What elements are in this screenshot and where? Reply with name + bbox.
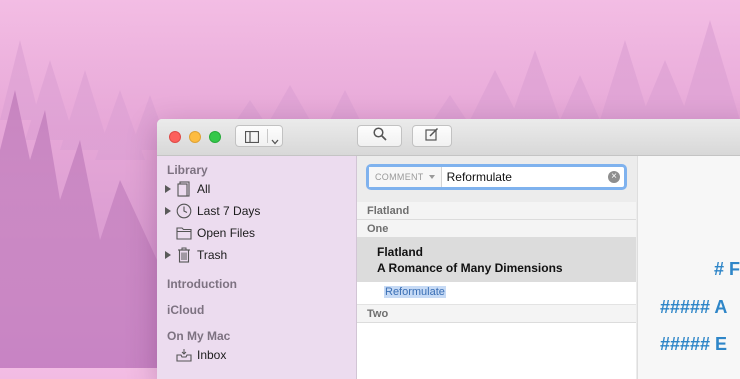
clock-icon: [175, 202, 193, 220]
disclosure-triangle-icon[interactable]: [165, 251, 171, 259]
sidebar-item-inbox[interactable]: Inbox: [157, 345, 356, 365]
search-icon: [372, 126, 387, 146]
note-subtitle: A Romance of Many Dimensions: [377, 261, 563, 275]
sidebar-item-all[interactable]: All: [157, 179, 356, 199]
editor-heading-5a: ##### A: [660, 297, 728, 317]
search-scope-dropdown[interactable]: COMMENT: [369, 167, 442, 187]
notes-list: COMMENT Reformulate × Flatland One Flatl…: [357, 156, 636, 379]
search-input[interactable]: COMMENT Reformulate ×: [366, 164, 627, 190]
chevron-down-icon: [428, 175, 435, 179]
comment-match-row[interactable]: Reformulate: [357, 282, 636, 305]
search-button[interactable]: [357, 125, 402, 147]
editor-heading-5b: ##### E: [660, 334, 728, 354]
chevron-down-icon[interactable]: [271, 132, 279, 150]
app-window: Library All Last 7 Days Open Files Trash…: [157, 119, 740, 379]
group-header-one: One: [357, 220, 636, 238]
sidebar-item-last-7-days[interactable]: Last 7 Days: [157, 201, 356, 221]
note-title: Flatland: [377, 245, 424, 259]
trash-icon: [175, 246, 193, 264]
section-on-my-mac[interactable]: On My Mac: [167, 329, 230, 343]
editor-pane[interactable]: # F ##### A ##### E: [637, 156, 740, 379]
search-scope-label: COMMENT: [375, 172, 424, 182]
sidebar-item-label: Open Files: [197, 226, 256, 240]
title-bar: [157, 119, 740, 156]
filter-bar: COMMENT Reformulate ×: [357, 156, 636, 203]
close-window-button[interactable]: [169, 131, 181, 143]
section-icloud[interactable]: iCloud: [167, 303, 204, 317]
disclosure-triangle-icon[interactable]: [165, 207, 171, 215]
sidebar-item-label: Trash: [197, 248, 228, 262]
sidebar-item-label: Inbox: [197, 348, 227, 362]
notebook-icon: [175, 180, 193, 198]
zoom-window-button[interactable]: [209, 131, 221, 143]
sidebar-item-trash[interactable]: Trash: [157, 245, 356, 265]
compose-icon: [425, 127, 439, 146]
clear-search-icon[interactable]: ×: [608, 171, 620, 183]
group-header-flatland: Flatland: [357, 202, 636, 220]
search-query[interactable]: Reformulate: [442, 170, 608, 184]
disclosure-triangle-icon[interactable]: [165, 185, 171, 193]
folder-icon: [175, 224, 193, 242]
new-note-button[interactable]: [412, 125, 452, 147]
note-item-selected[interactable]: Flatland A Romance of Many Dimensions: [357, 238, 636, 282]
sidebar-item-open-files[interactable]: Open Files: [157, 223, 356, 243]
section-library: Library: [167, 163, 208, 177]
inbox-icon: [175, 346, 193, 364]
group-header-two: Two: [357, 305, 636, 323]
sidebar: Library All Last 7 Days Open Files Trash…: [157, 156, 357, 379]
toggle-sidebar-button[interactable]: [235, 125, 283, 147]
section-introduction[interactable]: Introduction: [167, 277, 237, 291]
minimize-window-button[interactable]: [189, 131, 201, 143]
comment-tag[interactable]: Reformulate: [384, 286, 446, 298]
sidebar-item-label: Last 7 Days: [197, 204, 261, 218]
sidebar-item-label: All: [197, 182, 211, 196]
sidebar-icon: [244, 130, 260, 148]
editor-heading-1: # F: [714, 259, 740, 279]
